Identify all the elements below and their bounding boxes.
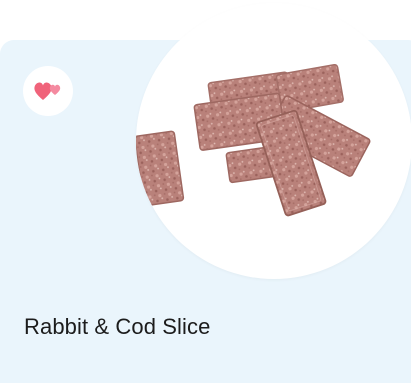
product-card-area: Rabbit & Cod Slice (0, 0, 411, 383)
rabbit-cod-slices-image (136, 63, 371, 217)
favorite-button[interactable] (23, 66, 73, 116)
product-image[interactable] (136, 3, 411, 279)
hearts-icon (34, 82, 61, 100)
product-title[interactable]: Rabbit & Cod Slice (24, 314, 210, 340)
